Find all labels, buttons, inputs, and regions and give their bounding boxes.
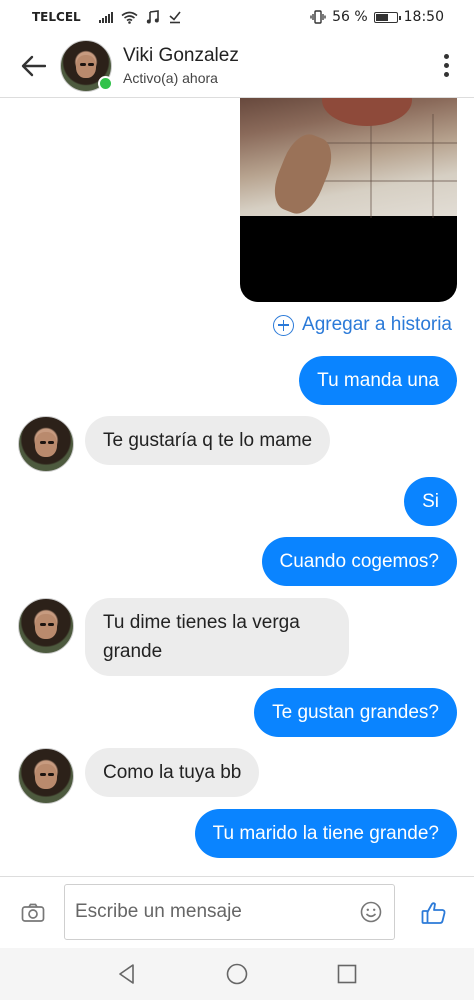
nav-home-icon[interactable] (223, 960, 251, 988)
carrier-label: TELCEL (32, 10, 81, 24)
nav-recents-icon[interactable] (333, 960, 361, 988)
message-bubble-outgoing[interactable]: Si (404, 477, 457, 526)
sender-avatar[interactable] (18, 416, 74, 472)
sender-avatar[interactable] (18, 748, 74, 804)
message-input[interactable] (75, 892, 358, 932)
system-nav-bar (0, 948, 474, 1000)
message-bubble-incoming[interactable]: Como la tuya bb (85, 748, 260, 797)
music-note-icon (146, 10, 159, 24)
sender-avatar[interactable] (18, 598, 74, 654)
download-done-icon (169, 11, 181, 24)
message-bubble-outgoing[interactable]: Tu marido la tiene grande? (194, 809, 457, 858)
battery-percent: 56 % (332, 9, 368, 25)
back-arrow-icon[interactable] (18, 51, 48, 81)
message-bubble-outgoing[interactable]: Tu manda una (299, 356, 457, 405)
add-circle-icon (273, 314, 295, 336)
photo-image (240, 98, 457, 220)
message-field (64, 884, 395, 940)
messenger-chat-screen: TELCEL 56 % 18:50 Viki Gonzalez Activo(a… (0, 0, 474, 1000)
camera-icon[interactable] (20, 900, 46, 926)
status-bar: TELCEL 56 % 18:50 (0, 0, 474, 34)
avatar (18, 416, 74, 472)
more-vert-icon[interactable] (436, 51, 456, 81)
status-left: TELCEL (32, 10, 182, 24)
sent-photo[interactable] (240, 98, 457, 302)
contact-name: Viki Gonzalez (123, 45, 239, 66)
clock: 18:50 (403, 9, 444, 25)
message-list[interactable]: Agregar a historia Tu manda una Te gusta… (0, 98, 474, 878)
message-bubble-incoming[interactable]: Tu dime tienes la verga grande (85, 598, 349, 676)
chat-header: Viki Gonzalez Activo(a) ahora (0, 34, 474, 98)
contact-avatar[interactable] (60, 39, 113, 92)
composer-bar (0, 876, 474, 948)
vibrate-icon (310, 10, 326, 24)
message-bubble-outgoing[interactable]: Te gustan grandes? (254, 688, 457, 737)
avatar (18, 748, 74, 804)
thumbs-up-icon[interactable] (420, 899, 448, 927)
emoji-icon[interactable] (358, 899, 384, 925)
status-right: 56 % 18:50 (310, 9, 444, 25)
online-indicator (98, 75, 113, 91)
avatar (18, 598, 74, 654)
signal-icon (98, 11, 113, 23)
contact-info[interactable]: Viki Gonzalez Activo(a) ahora (123, 45, 436, 86)
wifi-icon (121, 11, 138, 24)
message-bubble-outgoing[interactable]: Cuando cogemos? (261, 537, 457, 586)
battery-icon (373, 11, 401, 23)
add-to-story-link[interactable]: Agregar a historia (273, 314, 452, 336)
nav-back-icon[interactable] (113, 960, 141, 988)
add-to-story-label: Agregar a historia (302, 314, 452, 335)
presence-status: Activo(a) ahora (123, 70, 218, 86)
message-bubble-incoming[interactable]: Te gustaría q te lo mame (85, 416, 331, 465)
